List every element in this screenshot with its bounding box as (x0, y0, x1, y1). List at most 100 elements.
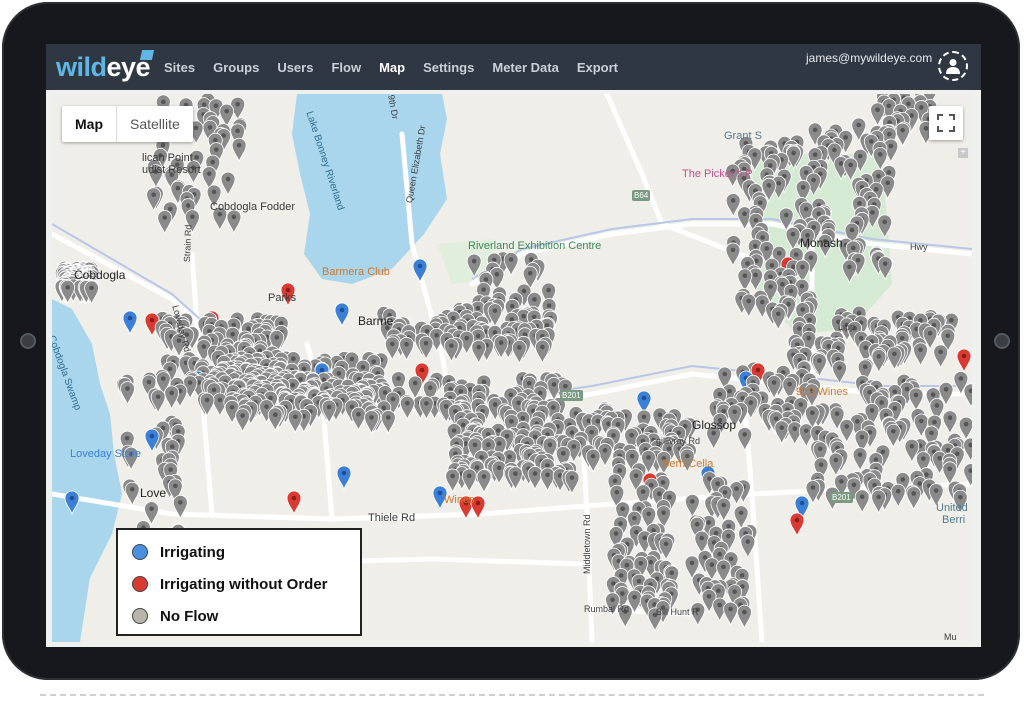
pin-irrigating-without-order[interactable] (956, 348, 972, 374)
pin-no-flow[interactable] (445, 468, 461, 494)
pin-center-dot (706, 520, 711, 525)
pin-center-dot (127, 315, 133, 321)
wildeye-logo[interactable]: wildeye (56, 52, 151, 82)
user-avatar-icon[interactable] (938, 51, 968, 81)
pin-no-flow[interactable] (235, 408, 251, 433)
pin-no-flow[interactable] (684, 494, 700, 519)
pin-irrigating-without-order[interactable] (286, 490, 302, 516)
pin-no-flow[interactable] (493, 335, 509, 360)
pin-no-flow[interactable] (146, 187, 162, 212)
pin-no-flow[interactable] (774, 420, 790, 445)
pin-no-flow[interactable] (564, 470, 580, 495)
pin-no-flow[interactable] (871, 489, 887, 515)
pin-no-flow[interactable] (908, 387, 924, 413)
pin-irrigating[interactable] (334, 302, 350, 328)
pin-center-dot (149, 433, 155, 439)
pin-no-flow[interactable] (725, 242, 741, 268)
pin-no-flow[interactable] (942, 410, 958, 435)
pin-no-flow[interactable] (854, 489, 870, 515)
pin-no-flow[interactable] (737, 604, 752, 630)
pin-no-flow[interactable] (226, 209, 242, 235)
pin-center-dot (483, 277, 489, 282)
pin-no-flow[interactable] (740, 534, 756, 559)
nav-settings[interactable]: Settings (423, 60, 474, 75)
pin-no-flow[interactable] (418, 335, 434, 361)
pin-no-flow[interactable] (124, 481, 140, 507)
pin-center-dot (89, 285, 94, 291)
pin-no-flow[interactable] (871, 348, 887, 374)
pin-no-flow[interactable] (399, 336, 414, 362)
fullscreen-button[interactable] (929, 106, 963, 140)
pin-no-flow[interactable] (933, 344, 949, 370)
pin-no-flow[interactable] (540, 467, 555, 493)
map-type-satellite-button[interactable]: Satellite (117, 106, 193, 142)
pin-no-flow[interactable] (895, 122, 911, 148)
pin-no-flow[interactable] (164, 385, 180, 411)
pin-no-flow[interactable] (534, 339, 550, 365)
pin-no-flow[interactable] (503, 252, 519, 277)
nav-map[interactable]: Map (379, 60, 405, 75)
pin-irrigating[interactable] (412, 258, 428, 284)
pin-no-flow[interactable] (380, 410, 396, 435)
pin-no-flow[interactable] (963, 383, 972, 409)
pin-irrigating[interactable] (122, 310, 138, 336)
pin-center-dot (728, 556, 734, 562)
map-canvas[interactable]: Map Satellite + lican Point udist Resort… (52, 94, 972, 642)
pin-no-flow[interactable] (852, 447, 868, 472)
pin-irrigating[interactable] (336, 465, 352, 491)
map-type-map-button[interactable]: Map (62, 106, 117, 142)
pin-center-dot (918, 418, 924, 424)
zoom-in-icon[interactable]: + (958, 148, 968, 158)
pin-irrigating-without-order[interactable] (789, 512, 805, 538)
nav-meter-data[interactable]: Meter Data (492, 60, 558, 75)
pin-no-flow[interactable] (658, 536, 674, 562)
pin-no-flow[interactable] (471, 339, 487, 365)
nav-groups[interactable]: Groups (213, 60, 259, 75)
pin-center-dot (193, 125, 199, 131)
nav-flow[interactable]: Flow (331, 60, 361, 75)
pin-no-flow[interactable] (839, 418, 855, 444)
pin-no-flow[interactable] (741, 293, 757, 319)
pin-center-dot (870, 210, 875, 215)
pin-no-flow[interactable] (527, 466, 543, 491)
pin-no-flow[interactable] (157, 210, 173, 235)
nav-users[interactable]: Users (277, 60, 313, 75)
pin-no-flow[interactable] (890, 483, 906, 509)
pin-center-dot (811, 177, 816, 183)
user-email[interactable]: james@mywildeye.com (806, 51, 932, 65)
nav-sites[interactable]: Sites (164, 60, 195, 75)
pin-center-dot (162, 215, 168, 220)
pin-no-flow[interactable] (585, 448, 601, 474)
pin-no-flow[interactable] (723, 601, 738, 627)
pin-center-dot (160, 142, 166, 148)
pin-no-flow[interactable] (812, 353, 827, 378)
pin-no-flow[interactable] (906, 486, 922, 511)
pin-no-flow[interactable] (150, 389, 166, 415)
pin-no-flow[interactable] (351, 406, 366, 432)
pin-center-dot (739, 573, 745, 578)
pin-center-dot (797, 326, 802, 331)
pin-no-flow[interactable] (885, 423, 901, 449)
pin-no-flow[interactable] (287, 409, 303, 435)
pin-center-dot (217, 397, 223, 403)
pin-no-flow[interactable] (887, 346, 902, 372)
pin-center-dot (194, 155, 200, 160)
place-label: Cobdogla Fodder (210, 201, 296, 213)
nav-export[interactable]: Export (577, 60, 618, 75)
logo-mark-icon (139, 50, 155, 60)
pin-center-dot (780, 281, 785, 287)
pin-center-dot (544, 323, 550, 328)
pin-center-dot (869, 408, 875, 413)
pin-no-flow[interactable] (461, 468, 477, 494)
pin-no-flow[interactable] (913, 342, 928, 368)
pin-no-flow[interactable] (231, 137, 247, 163)
pin-no-flow[interactable] (220, 171, 236, 197)
pin-no-flow[interactable] (963, 437, 972, 463)
pin-no-flow[interactable] (770, 306, 786, 332)
pin-no-flow[interactable] (399, 395, 415, 421)
pin-no-flow[interactable] (120, 381, 135, 406)
pin-no-flow[interactable] (476, 469, 492, 494)
pin-center-dot (800, 184, 806, 190)
pin-no-flow[interactable] (511, 340, 527, 365)
pin-center-dot (229, 404, 235, 410)
